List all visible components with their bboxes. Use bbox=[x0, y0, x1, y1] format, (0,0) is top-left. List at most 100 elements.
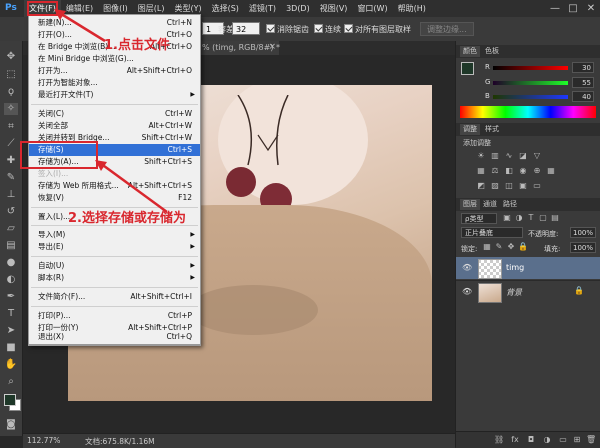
link-icon[interactable]: ⛓ bbox=[494, 435, 504, 445]
levels-icon[interactable]: ▥ bbox=[490, 151, 500, 161]
menu-item-file-info[interactable]: 文件简介(F)... Alt+Shift+Ctrl+I bbox=[29, 291, 200, 303]
blend-mode-select[interactable]: 正片叠底 bbox=[461, 227, 523, 238]
history-brush-tool-icon[interactable]: ↺ bbox=[4, 206, 18, 218]
lock-pixels-icon[interactable]: ✎ bbox=[494, 242, 504, 252]
hue-saturation-icon[interactable]: ▦ bbox=[476, 166, 486, 176]
rectangle-tool-icon[interactable]: ■ bbox=[4, 342, 18, 354]
fill-value[interactable]: 100% bbox=[570, 242, 596, 253]
gradient-map-icon[interactable]: ▭ bbox=[532, 181, 542, 191]
magic-wand-tool-icon[interactable]: ✧ bbox=[4, 103, 18, 115]
color-spectrum-bar[interactable] bbox=[460, 106, 596, 118]
menu-item-close[interactable]: 关闭(C) Ctrl+W bbox=[29, 108, 200, 120]
fx-icon[interactable]: fx bbox=[510, 435, 520, 445]
menu-item-import[interactable]: 导入(M) ▶ bbox=[29, 229, 200, 241]
menu-item-scripts[interactable]: 脚本(R) ▶ bbox=[29, 272, 200, 284]
contiguous-checkbox[interactable] bbox=[314, 24, 323, 33]
lock-position-icon[interactable]: ✥ bbox=[506, 242, 516, 252]
mask-icon[interactable]: ◘ bbox=[526, 435, 536, 445]
color-lookup-icon[interactable]: ▦ bbox=[546, 166, 556, 176]
tab-layers[interactable]: 图层 bbox=[460, 199, 480, 210]
menu-item-close-all[interactable]: 关闭全部 Alt+Ctrl+W bbox=[29, 120, 200, 132]
document-tab[interactable]: % (timg, RGB/8#) * × bbox=[199, 41, 280, 55]
type-tool-icon[interactable]: T bbox=[4, 308, 18, 320]
brush-tool-icon[interactable]: ✎ bbox=[4, 172, 18, 184]
filter-pixel-icon[interactable]: ▣ bbox=[502, 213, 512, 223]
selective-color-icon[interactable]: ▣ bbox=[518, 181, 528, 191]
channel-mixer-icon[interactable]: ⊕ bbox=[532, 166, 542, 176]
zoom-tool-icon[interactable]: ⌕ bbox=[4, 376, 18, 388]
layer-row[interactable]: 👁 背景 🔒 bbox=[456, 280, 600, 303]
menu-select[interactable]: 选择(S) bbox=[207, 0, 244, 17]
foreground-color-swatch[interactable] bbox=[4, 394, 16, 406]
refine-edge-button[interactable]: 调整边缘... bbox=[420, 22, 474, 36]
menu-item-export[interactable]: 导出(E) ▶ bbox=[29, 241, 200, 253]
menu-item-browse-mini-bridge[interactable]: 在 Mini Bridge 中浏览(G)... bbox=[29, 53, 200, 65]
g-value[interactable]: 55 bbox=[572, 77, 594, 88]
eraser-tool-icon[interactable]: ▱ bbox=[4, 223, 18, 235]
eye-icon[interactable]: 👁 bbox=[462, 287, 472, 296]
tolerance-input[interactable]: 32 bbox=[232, 22, 260, 35]
r-value[interactable]: 30 bbox=[572, 62, 594, 73]
clone-stamp-tool-icon[interactable]: ⊥ bbox=[4, 189, 18, 201]
menu-item-open-smart-object[interactable]: 打开为智能对象... bbox=[29, 77, 200, 89]
filter-smart-icon[interactable]: ▤ bbox=[550, 213, 560, 223]
vibrance-icon[interactable]: ▽ bbox=[532, 151, 542, 161]
layer-kind-filter[interactable]: ρ类型 bbox=[461, 213, 497, 224]
filter-shape-icon[interactable]: ▢ bbox=[538, 213, 548, 223]
close-button[interactable]: ✕ bbox=[582, 0, 600, 17]
exposure-icon[interactable]: ◪ bbox=[518, 151, 528, 161]
menu-item-open-as[interactable]: 打开为... Alt+Shift+Ctrl+O bbox=[29, 65, 200, 77]
menu-item-automate[interactable]: 自动(U) ▶ bbox=[29, 260, 200, 272]
menu-help[interactable]: 帮助(H) bbox=[393, 0, 431, 17]
move-tool-icon[interactable]: ✥ bbox=[4, 51, 18, 63]
fg-color-swatch[interactable] bbox=[461, 62, 474, 75]
healing-brush-tool-icon[interactable]: ✚ bbox=[4, 155, 18, 167]
color-balance-icon[interactable]: ⚖ bbox=[490, 166, 500, 176]
photo-filter-icon[interactable]: ◉ bbox=[518, 166, 528, 176]
zoom-level[interactable]: 112.77% bbox=[27, 436, 60, 445]
lock-transparent-icon[interactable]: ▦ bbox=[482, 242, 492, 252]
menu-item-print[interactable]: 打印(P)... Ctrl+P bbox=[29, 310, 200, 322]
all-layers-checkbox[interactable] bbox=[344, 24, 353, 33]
eye-icon[interactable]: 👁 bbox=[462, 263, 472, 272]
folder-icon[interactable]: ▭ bbox=[558, 435, 568, 445]
menu-item-exit[interactable]: 退出(X) Ctrl+Q bbox=[28, 331, 201, 345]
adjustment-icon[interactable]: ◑ bbox=[542, 435, 552, 445]
g-slider[interactable] bbox=[493, 81, 568, 85]
brightness-icon[interactable]: ☀ bbox=[476, 151, 486, 161]
layer-name[interactable]: timg bbox=[506, 263, 524, 272]
minimize-button[interactable]: — bbox=[546, 0, 564, 17]
quick-mask-icon[interactable]: ◙ bbox=[4, 419, 18, 431]
tab-close-icon[interactable]: × bbox=[268, 42, 276, 52]
filter-adjust-icon[interactable]: ◑ bbox=[514, 213, 524, 223]
curves-icon[interactable]: ∿ bbox=[504, 151, 514, 161]
layer-row[interactable]: 👁 timg bbox=[456, 257, 600, 279]
opacity-value[interactable]: 100% bbox=[570, 227, 596, 238]
invert-icon[interactable]: ◩ bbox=[476, 181, 486, 191]
new-layer-icon[interactable]: ⊞ bbox=[572, 435, 582, 445]
posterize-icon[interactable]: ▨ bbox=[490, 181, 500, 191]
r-slider[interactable] bbox=[493, 66, 568, 70]
maximize-button[interactable]: □ bbox=[564, 0, 582, 17]
threshold-icon[interactable]: ◫ bbox=[504, 181, 514, 191]
tab-adjustments[interactable]: 调整 bbox=[460, 124, 480, 135]
tab-swatches[interactable]: 色板 bbox=[482, 46, 502, 57]
tab-paths[interactable]: 路径 bbox=[500, 199, 520, 210]
lock-all-icon[interactable]: 🔒 bbox=[518, 242, 528, 252]
filter-type-icon[interactable]: T bbox=[526, 213, 536, 223]
layer-name[interactable]: 背景 bbox=[506, 287, 522, 298]
dodge-tool-icon[interactable]: ◐ bbox=[4, 274, 18, 286]
trash-icon[interactable]: 🗑 bbox=[586, 435, 596, 445]
tab-color[interactable]: 颜色 bbox=[460, 46, 480, 57]
menu-window[interactable]: 窗口(W) bbox=[352, 0, 392, 17]
marquee-tool-icon[interactable]: ⬚ bbox=[4, 69, 18, 81]
b-value[interactable]: 40 bbox=[572, 91, 594, 102]
crop-tool-icon[interactable]: ⌗ bbox=[4, 121, 18, 133]
menu-item-recent-files[interactable]: 最近打开文件(T) ▶ bbox=[29, 89, 200, 101]
path-selection-tool-icon[interactable]: ➤ bbox=[4, 325, 18, 337]
b-slider[interactable] bbox=[493, 95, 568, 99]
black-white-icon[interactable]: ◧ bbox=[504, 166, 514, 176]
menu-filter[interactable]: 滤镜(T) bbox=[244, 0, 281, 17]
menu-3d[interactable]: 3D(D) bbox=[281, 0, 315, 17]
tab-channels[interactable]: 通道 bbox=[480, 199, 500, 210]
